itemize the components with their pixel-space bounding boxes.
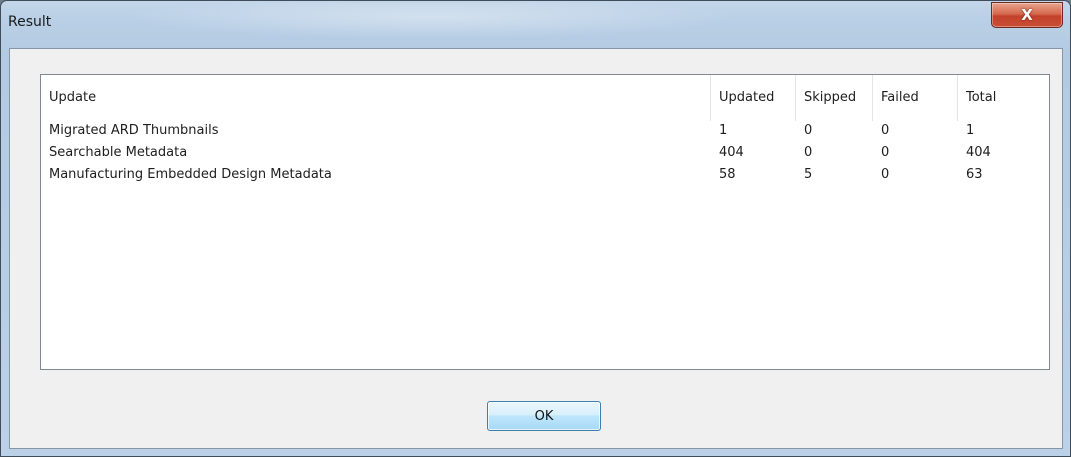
cell-skipped: 5 [804, 167, 813, 182]
column-header-skipped[interactable]: Skipped [796, 75, 873, 121]
cell-updated: 58 [719, 167, 736, 182]
list-rows: Migrated ARD Thumbnails 1 0 0 1 Searchab… [41, 121, 1049, 187]
column-header-total[interactable]: Total [958, 75, 1049, 121]
column-header-updated[interactable]: Updated [711, 75, 796, 121]
cell-updated: 1 [719, 123, 728, 138]
dialog-client-area: Update Updated Skipped Failed Total Migr… [9, 48, 1063, 449]
title-bar-glare [121, 3, 741, 39]
table-row[interactable]: Searchable Metadata 404 0 0 404 [41, 143, 1049, 165]
cell-failed: 0 [881, 123, 890, 138]
column-header-update[interactable]: Update [41, 75, 711, 121]
cell-update: Searchable Metadata [49, 145, 188, 160]
result-dialog: Result X Update Updated Skipped Failed T… [0, 0, 1071, 457]
column-header-failed[interactable]: Failed [873, 75, 958, 121]
close-button[interactable]: X [991, 2, 1063, 28]
cell-skipped: 0 [804, 123, 813, 138]
list-header: Update Updated Skipped Failed Total [41, 75, 1049, 121]
cell-failed: 0 [881, 167, 890, 182]
window-title: Result [8, 14, 52, 30]
cell-total: 63 [966, 167, 983, 182]
table-row[interactable]: Manufacturing Embedded Design Metadata 5… [41, 165, 1049, 187]
close-icon: X [1021, 5, 1033, 24]
results-list-view[interactable]: Update Updated Skipped Failed Total Migr… [40, 74, 1050, 370]
cell-skipped: 0 [804, 145, 813, 160]
cell-update: Manufacturing Embedded Design Metadata [49, 167, 332, 182]
cell-update: Migrated ARD Thumbnails [49, 123, 219, 138]
table-row[interactable]: Migrated ARD Thumbnails 1 0 0 1 [41, 121, 1049, 143]
cell-failed: 0 [881, 145, 890, 160]
ok-button[interactable]: OK [487, 401, 601, 431]
cell-total: 404 [966, 145, 991, 160]
cell-updated: 404 [719, 145, 744, 160]
cell-total: 1 [966, 123, 975, 138]
